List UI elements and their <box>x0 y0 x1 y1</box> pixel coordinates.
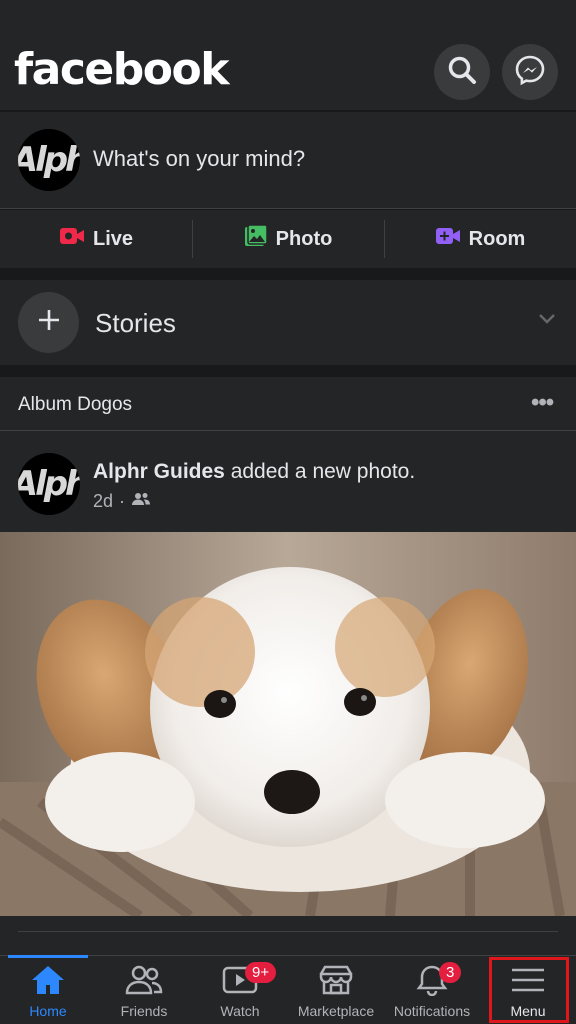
facebook-app: facebook Alph What's on your mind? <box>0 0 576 1024</box>
add-story-button[interactable] <box>18 292 79 353</box>
post-action-text: added a new photo. <box>224 460 416 483</box>
photo-icon <box>244 224 268 254</box>
stories-section[interactable]: Stories <box>0 280 576 365</box>
tab-friends-label: Friends <box>120 1003 168 1019</box>
video-camera-icon <box>59 226 85 252</box>
post-composer: Alph What's on your mind? <box>0 112 576 209</box>
live-button[interactable]: Live <box>0 210 192 268</box>
plus-icon <box>36 307 62 338</box>
next-post-peek <box>0 917 576 955</box>
separator-dot: · <box>119 491 126 511</box>
watch-badge: 9+ <box>245 962 277 983</box>
more-options-icon[interactable]: ••• <box>531 389 554 417</box>
avatar[interactable]: Alph <box>18 129 80 191</box>
author-name[interactable]: Alphr Guides <box>93 460 225 483</box>
messenger-button[interactable] <box>502 44 558 100</box>
facebook-logo: facebook <box>14 44 229 95</box>
search-button[interactable] <box>434 44 490 100</box>
room-button[interactable]: Room <box>384 210 576 268</box>
tab-menu[interactable]: Menu <box>480 956 576 1024</box>
chevron-down-icon[interactable] <box>538 312 556 330</box>
post-header-text: Alphr Guides added a new photo. <box>93 460 415 484</box>
puppy-photo[interactable] <box>0 532 576 916</box>
post-time[interactable]: 2d <box>93 491 113 512</box>
composer-actions: Live Photo Room <box>0 210 576 268</box>
divider <box>18 931 558 932</box>
friends-audience-icon <box>131 491 151 512</box>
tab-marketplace[interactable]: Marketplace <box>288 956 384 1024</box>
tab-watch-label: Watch <box>220 1003 260 1019</box>
tab-home[interactable]: Home <box>0 955 96 1024</box>
tab-marketplace-label: Marketplace <box>297 1003 375 1019</box>
top-header: facebook <box>0 0 576 110</box>
whats-on-your-mind-input[interactable]: What's on your mind? <box>93 146 305 172</box>
friends-icon <box>125 964 163 999</box>
stories-label: Stories <box>95 308 176 338</box>
tab-watch[interactable]: 9+ Watch <box>192 956 288 1024</box>
notifications-badge: 3 <box>439 962 462 983</box>
post-subtitle: 2d · <box>93 491 151 512</box>
bottom-tab-bar: Home Friends 9+ Watch Marketplace 3 Noti… <box>0 955 576 1024</box>
room-video-icon <box>435 226 461 252</box>
marketplace-icon <box>317 964 355 999</box>
album-title[interactable]: Album Dogos <box>18 394 132 416</box>
tab-home-label: Home <box>29 1003 67 1019</box>
tab-menu-label: Menu <box>510 1003 546 1019</box>
photo-label: Photo <box>275 227 333 250</box>
messenger-icon <box>514 54 546 91</box>
album-header: Album Dogos ••• <box>0 377 576 431</box>
tab-friends[interactable]: Friends <box>96 956 192 1024</box>
photo-button[interactable]: Photo <box>192 210 384 268</box>
home-icon <box>30 964 66 999</box>
tab-notifications-label: Notifications <box>393 1003 471 1019</box>
live-label: Live <box>92 227 134 250</box>
search-icon <box>447 55 477 90</box>
tab-notifications[interactable]: 3 Notifications <box>384 956 480 1024</box>
author-avatar[interactable]: Alph <box>18 453 80 515</box>
room-label: Room <box>468 227 526 250</box>
hamburger-menu-icon <box>509 964 547 999</box>
